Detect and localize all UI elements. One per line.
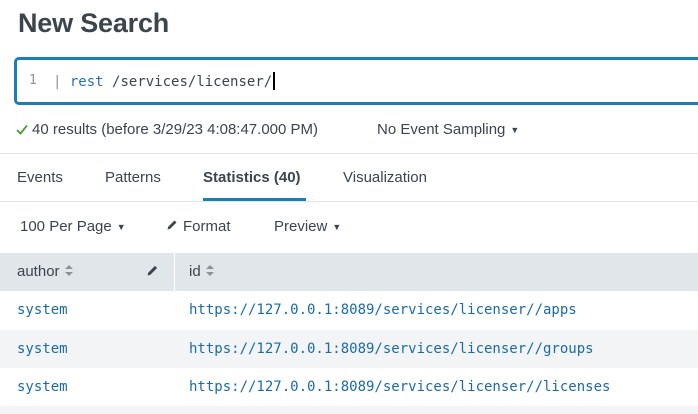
caret-down-icon: ▼ — [510, 124, 520, 135]
query-command: rest — [69, 74, 104, 90]
result-tabs: Events Patterns Statistics (40) Visualiz… — [0, 154, 698, 202]
id-cell[interactable]: https://127.0.0.1:8089/services/licenser… — [189, 379, 610, 395]
preview-dropdown[interactable]: Preview ▼ — [274, 218, 341, 235]
preview-label: Preview — [274, 218, 328, 235]
tab-patterns[interactable]: Patterns — [105, 169, 161, 186]
event-sampling-label: No Event Sampling — [377, 121, 506, 138]
caret-down-icon: ▼ — [116, 221, 126, 232]
id-cell[interactable]: https://127.0.0.1:8089/services/licenser… — [189, 341, 594, 357]
event-sampling-dropdown[interactable]: No Event Sampling ▼ — [377, 121, 519, 138]
search-input[interactable]: 1 | rest /services/licenser/ — [14, 57, 698, 105]
author-cell[interactable]: system — [17, 341, 68, 357]
column-header-label: author — [17, 263, 60, 280]
column-header-label: id — [189, 263, 201, 280]
per-page-dropdown[interactable]: 100 Per Page ▼ — [20, 218, 126, 235]
sort-icon — [205, 263, 214, 280]
id-cell[interactable]: https://127.0.0.1:8089/services/licenser… — [189, 302, 577, 318]
query-pipe: | — [53, 74, 62, 90]
caret-down-icon: ▼ — [332, 221, 342, 232]
line-number: 1 — [29, 73, 37, 88]
table-row — [0, 406, 698, 414]
results-toolbar: 100 Per Page ▼ Format Preview ▼ — [0, 202, 698, 252]
results-status: 40 results (before 3/29/23 4:08:47.000 P… — [16, 121, 318, 138]
edit-column-icon[interactable] — [146, 264, 159, 282]
page-title: New Search — [18, 8, 170, 38]
text-cursor — [273, 72, 275, 90]
tab-events[interactable]: Events — [17, 169, 63, 186]
table-row: system https://127.0.0.1:8089/services/l… — [0, 291, 698, 329]
search-query[interactable]: | rest /services/licenser/ — [53, 72, 275, 90]
sort-icon — [64, 263, 73, 280]
check-icon — [16, 122, 28, 138]
query-argument: /services/licenser/ — [112, 74, 273, 90]
pencil-icon — [166, 218, 178, 235]
column-header-author[interactable]: author — [17, 263, 73, 280]
per-page-label: 100 Per Page — [20, 218, 112, 235]
author-cell[interactable]: system — [17, 302, 68, 318]
column-header-id[interactable]: id — [189, 263, 214, 280]
table-row: system https://127.0.0.1:8089/services/l… — [0, 368, 698, 406]
results-count-text: 40 results (before 3/29/23 4:08:47.000 P… — [32, 121, 319, 138]
table-row: system https://127.0.0.1:8089/services/l… — [0, 330, 698, 368]
table-header: author id — [0, 253, 698, 291]
tab-visualization[interactable]: Visualization — [343, 169, 427, 186]
format-button[interactable]: Format — [166, 218, 231, 235]
format-label: Format — [183, 218, 231, 235]
tab-statistics[interactable]: Statistics (40) — [203, 169, 301, 186]
column-separator — [174, 253, 175, 291]
author-cell[interactable]: system — [17, 379, 68, 395]
